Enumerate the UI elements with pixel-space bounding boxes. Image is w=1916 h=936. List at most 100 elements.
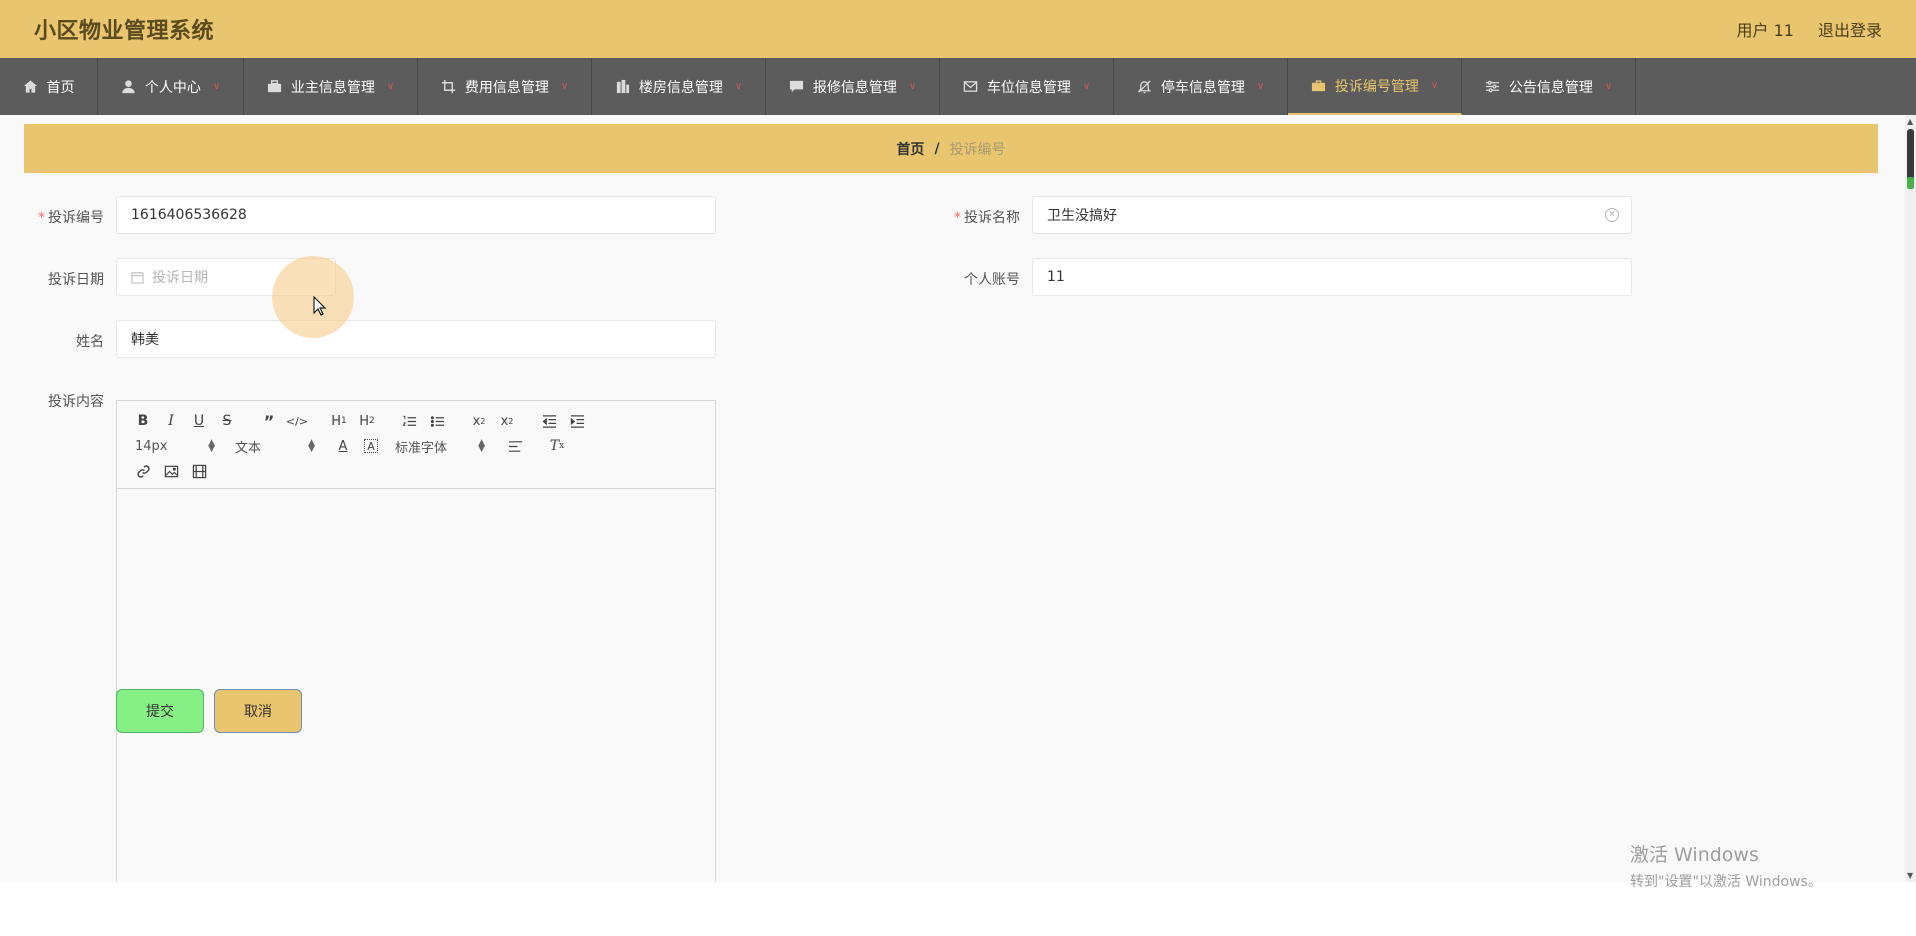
nav-item-complaint[interactable]: 投诉编号管理 ∨: [1288, 58, 1462, 115]
image-icon[interactable]: [157, 461, 185, 481]
header-select-value: 文本: [235, 440, 262, 456]
underline-icon[interactable]: U: [185, 411, 213, 431]
nav-item-building[interactable]: 楼房信息管理 ∨: [592, 58, 766, 115]
account-input[interactable]: 11: [1032, 258, 1632, 296]
blockquote-icon[interactable]: ”: [255, 411, 283, 431]
breadcrumb-separator: /: [934, 140, 940, 157]
scroll-down-icon[interactable]: ▼: [1907, 871, 1914, 880]
text-color-icon[interactable]: A: [329, 436, 357, 456]
chevron-down-icon: ∨: [1256, 81, 1265, 92]
nav-item-owner[interactable]: 业主信息管理 ∨: [244, 58, 418, 115]
editor-body[interactable]: [117, 489, 715, 882]
top-header: 小区物业管理系统 用户 11 退出登录: [0, 0, 1916, 58]
clear-icon[interactable]: ✕: [1605, 208, 1619, 222]
account-label: 个人账号: [964, 272, 1020, 288]
chevron-down-icon: ∨: [1082, 81, 1091, 92]
indent-icon[interactable]: [563, 411, 591, 431]
font-size-select[interactable]: 14px ▲ ▼: [129, 439, 215, 454]
bell-off-icon: [1137, 79, 1153, 95]
submit-button[interactable]: 提交: [116, 689, 204, 733]
nav-label: 公告信息管理: [1508, 79, 1593, 96]
bold-icon[interactable]: B: [129, 411, 157, 431]
clear-format-icon[interactable]: Tx: [543, 436, 571, 456]
complaint-name-label-text: 投诉名称: [964, 210, 1020, 226]
nav-item-notice[interactable]: 公告信息管理 ∨: [1462, 58, 1636, 115]
chevron-down-icon: ∨: [1430, 80, 1439, 91]
superscript-icon[interactable]: x2: [493, 411, 521, 431]
page-scrollbar[interactable]: ▲ ▼: [1905, 115, 1916, 882]
complaint-no-input[interactable]: 1616406536628: [116, 196, 716, 234]
font-family-value: 标准字体: [395, 440, 448, 456]
font-family-select[interactable]: 标准字体 ▲ ▼: [385, 437, 485, 456]
toolbar-row-2: 14px ▲ ▼ 文本 ▲ ▼ A A 标准字体 ▲ ▼ T x: [129, 436, 571, 456]
align-icon[interactable]: [501, 436, 529, 456]
name-input[interactable]: 韩美: [116, 320, 716, 358]
calendar-icon: [131, 271, 144, 284]
nav-label: 业主信息管理: [290, 79, 375, 96]
nav-label: 楼房信息管理: [638, 79, 723, 96]
nav-item-parking[interactable]: 停车信息管理 ∨: [1114, 58, 1288, 115]
complaint-name-input[interactable]: 卫生没搞好 ✕: [1032, 196, 1632, 234]
toolbar-row-1: B I U S ” </> H1 H2 x2 x2: [129, 411, 591, 431]
nav-label: 费用信息管理: [464, 79, 549, 96]
ordered-list-icon[interactable]: [395, 411, 423, 431]
mouse-pointer-icon: [313, 296, 327, 316]
building-icon: [615, 79, 631, 95]
user-label[interactable]: 用户 11: [1737, 17, 1794, 41]
chat-icon: [789, 79, 805, 95]
complaint-name-label: * 投诉名称: [930, 207, 1020, 227]
nav-label: 车位信息管理: [986, 79, 1071, 96]
nav-label: 报修信息管理: [812, 79, 897, 96]
nav-label: 个人中心: [144, 79, 201, 96]
required-mark: *: [954, 210, 961, 226]
nav-item-parking-space[interactable]: 车位信息管理 ∨: [940, 58, 1114, 115]
complaint-date-label: 投诉日期: [48, 272, 104, 288]
nav-label: 首页: [46, 79, 75, 96]
chevron-down-icon: ∨: [908, 81, 917, 92]
select-arrows-icon: ▲ ▼: [308, 438, 315, 454]
nav-item-profile[interactable]: 个人中心 ∨: [98, 58, 244, 115]
header-select[interactable]: 文本 ▲ ▼: [229, 437, 315, 456]
required-mark: *: [38, 210, 45, 226]
complaint-no-label: * 投诉编号: [14, 207, 104, 227]
header-actions: 用户 11 退出登录: [1737, 17, 1882, 41]
header1-icon[interactable]: H1: [325, 411, 353, 431]
subscript-icon[interactable]: x2: [465, 411, 493, 431]
chevron-down-icon: ∨: [1604, 81, 1613, 92]
chevron-down-icon: ∨: [386, 81, 395, 92]
toolbar-row-3: [129, 461, 213, 481]
background-color-icon[interactable]: A: [364, 439, 378, 453]
outdent-icon[interactable]: [535, 411, 563, 431]
nav-label: 投诉编号管理: [1334, 78, 1419, 95]
chevron-down-icon: ∨: [560, 81, 569, 92]
select-arrows-icon: ▲ ▼: [208, 438, 215, 454]
link-icon[interactable]: [129, 461, 157, 481]
app-root: 小区物业管理系统 用户 11 退出登录 首页 个人中心 ∨ 业主信息管理 ∨ 费…: [0, 0, 1916, 936]
strike-icon[interactable]: S: [213, 411, 241, 431]
nav-item-fee[interactable]: 费用信息管理 ∨: [418, 58, 592, 115]
main-content: 首页 / 投诉编号 * 投诉编号 1616406536628 * 投诉名称 卫生没搞…: [0, 115, 1905, 882]
logout-button[interactable]: 退出登录: [1818, 17, 1882, 41]
header2-icon[interactable]: H2: [353, 411, 381, 431]
editor-toolbar: B I U S ” </> H1 H2 x2 x2 14px ▲ ▼ 文本 ▲ …: [117, 401, 715, 489]
scroll-thumb-accent: [1907, 177, 1914, 189]
code-block-icon[interactable]: </>: [283, 411, 311, 431]
nav-label: 停车信息管理: [1160, 79, 1245, 96]
bullet-list-icon[interactable]: [423, 411, 451, 431]
nav-item-home[interactable]: 首页: [0, 58, 98, 115]
chevron-down-icon: ∨: [734, 81, 743, 92]
complaint-no-label-text: 投诉编号: [48, 210, 104, 226]
main-nav: 首页 个人中心 ∨ 业主信息管理 ∨ 费用信息管理 ∨ 楼房信息管理 ∨ 报修信…: [0, 58, 1916, 115]
breadcrumb-home[interactable]: 首页: [896, 139, 924, 159]
scroll-up-icon[interactable]: ▲: [1907, 117, 1914, 126]
breadcrumb: 首页 / 投诉编号: [24, 124, 1878, 173]
cancel-button[interactable]: 取消: [214, 689, 302, 733]
rich-text-editor: B I U S ” </> H1 H2 x2 x2 14px ▲ ▼ 文本 ▲ …: [116, 400, 716, 882]
mail-icon: [963, 79, 979, 95]
windows-activation-watermark: 激活 Windows 转到"设置"以激活 Windows。: [1630, 840, 1822, 891]
select-arrows-icon: ▲ ▼: [478, 438, 485, 454]
nav-item-repair[interactable]: 报修信息管理 ∨: [766, 58, 940, 115]
video-icon[interactable]: [185, 461, 213, 481]
font-size-value: 14px: [135, 438, 168, 454]
italic-icon[interactable]: I: [157, 411, 185, 431]
